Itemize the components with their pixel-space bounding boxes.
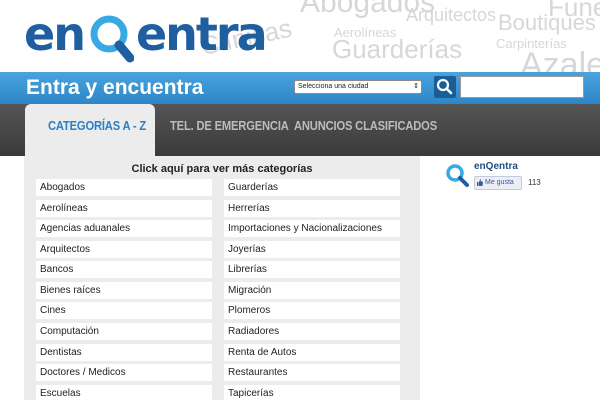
category-link[interactable]: Agencias aduanales (36, 220, 212, 237)
tab-categories[interactable]: CATEGORÍAS A - Z (48, 118, 146, 133)
logo-text-start: en (24, 7, 86, 61)
select-arrows-icon: ⇕ (413, 83, 419, 90)
tab-emergency-phones[interactable]: TEL. DE EMERGENCIA (170, 118, 289, 133)
tagline: Entra y encuentra (26, 76, 204, 99)
city-select[interactable]: Selecciona una ciudad ⇕ (294, 80, 422, 94)
like-button-label: Me gusta (485, 179, 514, 186)
category-link[interactable]: Guarderías (224, 179, 400, 196)
category-link[interactable]: Dentistas (36, 344, 212, 361)
page-avatar-magnifier-icon (444, 162, 470, 188)
category-link[interactable]: Abogados (36, 179, 212, 196)
category-link[interactable]: Importaciones y Nacionalizaciones (224, 220, 400, 237)
bg-word: Guarderías (332, 34, 463, 64)
bg-word: Arquitectos (406, 5, 497, 25)
search-button[interactable] (434, 76, 456, 98)
site-header: Abogados Funer Arquitectos Boutiques Aer… (0, 0, 600, 72)
bg-word: Boutiques (498, 10, 596, 35)
category-link[interactable]: Aerolíneas (36, 200, 212, 217)
category-link[interactable]: Librerías (224, 261, 400, 278)
category-link[interactable]: Restaurantes (224, 364, 400, 381)
thumbs-up-icon (477, 179, 483, 186)
more-categories-link[interactable]: Click aquí para ver más categorías (24, 163, 420, 175)
category-link[interactable]: Plomeros (224, 302, 400, 319)
category-link[interactable]: Arquitectos (36, 241, 212, 258)
tab-classified-ads[interactable]: ANUNCIOS CLASIFICADOS (294, 118, 437, 133)
category-link[interactable]: Bancos (36, 261, 212, 278)
like-count: 113 (528, 178, 541, 187)
category-link[interactable]: Herrerías (224, 200, 400, 217)
magnifier-logo-icon (86, 4, 135, 64)
facebook-page-name[interactable]: enQentra (474, 161, 518, 172)
category-link[interactable]: Doctores / Medicos (36, 364, 212, 381)
category-link[interactable]: Escuelas (36, 385, 212, 400)
category-link[interactable]: Joyerías (224, 241, 400, 258)
category-link[interactable]: Tapicerías (224, 385, 400, 400)
search-icon (436, 78, 453, 95)
logo-text-end: entra (135, 7, 268, 61)
search-input[interactable] (460, 76, 584, 98)
city-select-label: Selecciona una ciudad (298, 83, 369, 90)
category-link[interactable]: Renta de Autos (224, 344, 400, 361)
category-link[interactable]: Cines (36, 302, 212, 319)
category-link[interactable]: Migración (224, 282, 400, 299)
site-logo[interactable]: en entra (24, 4, 268, 64)
category-link[interactable]: Radiadores (224, 323, 400, 340)
like-button[interactable]: Me gusta (474, 176, 522, 190)
category-link[interactable]: Computación (36, 323, 212, 340)
bg-word: Azaler (520, 46, 600, 72)
category-link[interactable]: Bienes raíces (36, 282, 212, 299)
